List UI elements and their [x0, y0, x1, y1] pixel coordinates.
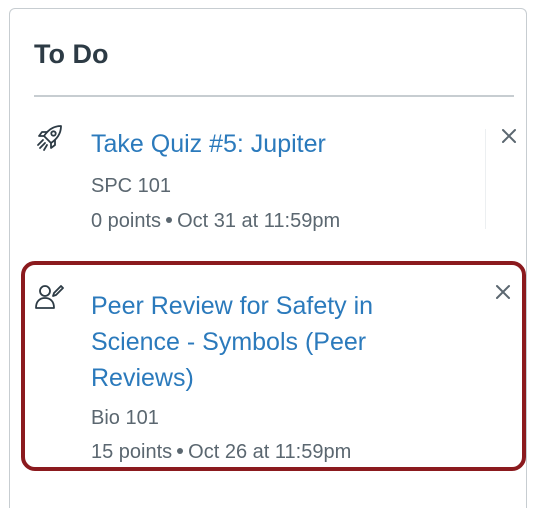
dismiss-close-icon[interactable] [498, 125, 520, 147]
todo-panel: To Do Take Quiz #5: Jupiter SPC 101 0 po… [9, 8, 527, 508]
todo-item-course: Bio 101 [91, 407, 159, 429]
dismiss-close-icon[interactable] [492, 281, 514, 303]
todo-item-points: 15 points [91, 441, 173, 463]
separator-dot [177, 448, 184, 455]
todo-divider [34, 95, 514, 97]
todo-item-due-date: Oct 26 at 11:59pm [188, 441, 352, 463]
todo-item-meta: 15 points Oct 26 at 11:59pm [91, 439, 351, 465]
todo-title: To Do [34, 39, 109, 69]
separator-dot [166, 217, 173, 224]
todo-item-link[interactable]: Peer Review for Safety in Science - Symb… [91, 288, 431, 396]
todo-item-highlighted: Peer Review for Safety in Science - Symb… [21, 261, 526, 471]
todo-item-due-date: Oct 31 at 11:59pm [177, 210, 341, 232]
todo-item-course: SPC 101 [91, 175, 172, 197]
quiz-rocket-icon [37, 125, 62, 151]
todo-item: Take Quiz #5: Jupiter SPC 101 0 points Oc… [21, 109, 526, 239]
peer-review-icon [35, 285, 64, 309]
todo-item-points: 0 points [91, 210, 162, 232]
todo-item-meta: 0 points Oct 31 at 11:59pm [91, 208, 340, 234]
todo-item-link[interactable]: Take Quiz #5: Jupiter [91, 126, 431, 162]
